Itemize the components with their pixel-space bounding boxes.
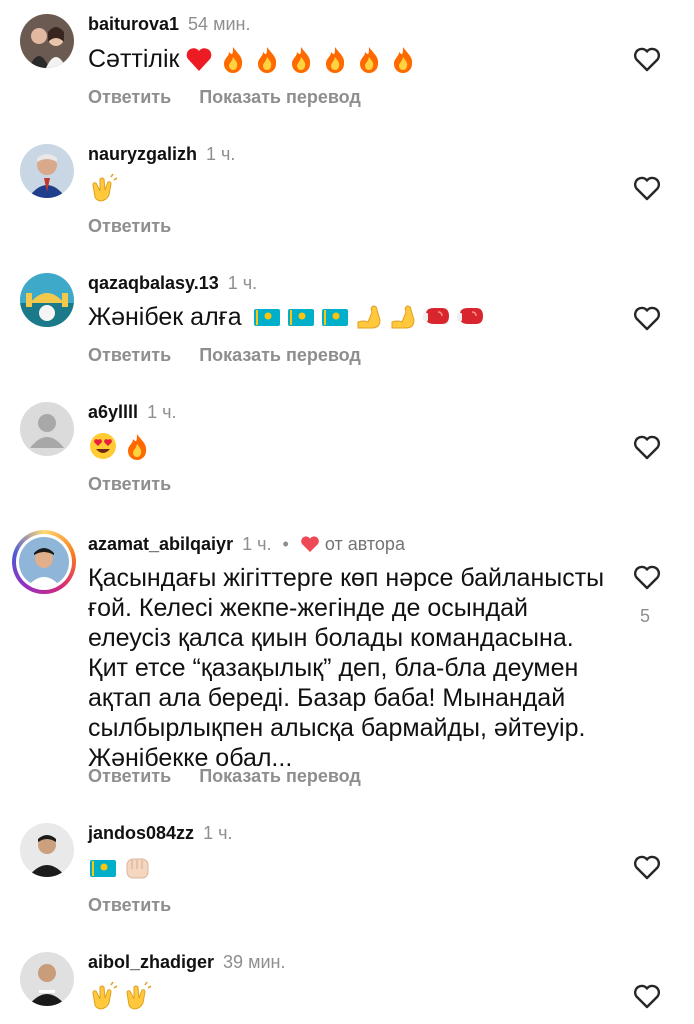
avatar[interactable] [20, 823, 74, 877]
comment-text: Қасындағы жігіттерге көп нәрсе байланыст… [88, 564, 605, 772]
fire-icon [325, 47, 344, 73]
fire-icon [223, 47, 242, 73]
comment-text [88, 431, 152, 461]
show-translation-button[interactable]: Показать перевод [199, 766, 361, 786]
comment-text: Жәнібек алға [88, 302, 486, 332]
comment-header: nauryzgalizh 1 ч. [88, 144, 235, 165]
heart-icon[interactable] [632, 174, 662, 202]
story-ring [16, 534, 72, 590]
kazakhstan-flag-icon [253, 309, 280, 326]
username[interactable]: а6уllll [88, 402, 138, 422]
comment-header: azamat_abilqaiyr 1 ч. • от автора [88, 534, 405, 555]
comment-text-label: Жәнібек алға [88, 302, 242, 331]
red-heart-icon [186, 48, 211, 71]
timestamp: 54 мин. [188, 14, 251, 34]
show-translation-button[interactable]: Показать перевод [199, 87, 361, 107]
boxing-glove-icon [422, 308, 449, 324]
comment-text [88, 173, 118, 203]
heart-icon[interactable] [632, 304, 662, 332]
username[interactable]: baiturova1 [88, 14, 179, 34]
fire-icon [257, 47, 276, 73]
heart-icon[interactable] [632, 563, 662, 591]
timestamp: 39 мин. [223, 952, 286, 972]
boxing-glove-icon [456, 308, 483, 324]
kazakhstan-flag-icon [287, 309, 314, 326]
timestamp: 1 ч. [242, 534, 272, 554]
timestamp: 1 ч. [227, 273, 258, 293]
comment-header: aibol_zhadiger 39 мин. [88, 952, 285, 973]
comment-actions: Ответить [88, 474, 171, 495]
avatar[interactable] [20, 14, 74, 68]
timestamp: 1 ч. [147, 402, 177, 422]
comment-header: jandos084zz 1 ч. [88, 823, 232, 844]
comment-actions: Ответить Показать перевод [88, 87, 361, 108]
like-count: 5 [640, 606, 651, 626]
comment-actions: Ответить Показать перевод [88, 345, 361, 366]
oncoming-fist-icon [126, 858, 149, 879]
reply-button[interactable]: Ответить [88, 216, 171, 236]
comment-text: Сәттілік [88, 44, 418, 74]
reply-button[interactable]: Ответить [88, 474, 171, 494]
comment-actions: Ответить [88, 216, 171, 237]
timestamp: 1 ч. [203, 823, 233, 843]
comment-text [88, 853, 152, 883]
avatar[interactable] [20, 273, 74, 327]
username[interactable]: nauryzgalizh [88, 144, 197, 164]
heart-icon[interactable] [632, 433, 662, 461]
separator-dot: • [282, 534, 289, 554]
flexed-biceps-icon [357, 305, 381, 329]
fire-icon [128, 434, 147, 460]
show-translation-button[interactable]: Показать перевод [199, 345, 361, 365]
username[interactable]: azamat_abilqaiyr [88, 534, 233, 554]
kazakhstan-flag-icon [90, 860, 116, 877]
reply-button[interactable]: Ответить [88, 895, 171, 915]
comment-header: baiturova1 54 мин. [88, 14, 250, 35]
comment-header: а6уllll 1 ч. [88, 402, 176, 423]
kazakhstan-flag-icon [321, 309, 348, 326]
comment-actions: Ответить Показать перевод [88, 766, 361, 787]
reply-button[interactable]: Ответить [88, 87, 171, 107]
liked-by-author-heart-icon [300, 536, 319, 552]
fire-icon [359, 47, 378, 73]
avatar[interactable] [12, 530, 76, 594]
comment-text-label: Сәттілік [88, 44, 180, 73]
comment-actions: Ответить [88, 895, 171, 916]
heart-icon[interactable] [632, 45, 662, 73]
comment-header: qazaqbalasy.13 1 ч. [88, 273, 257, 294]
avatar[interactable] [20, 952, 74, 1006]
avatar[interactable] [20, 144, 74, 198]
reply-button[interactable]: Ответить [88, 345, 171, 365]
heart-icon[interactable] [632, 982, 662, 1010]
clapping-hands-icon [92, 173, 118, 202]
comment-text [88, 981, 152, 1011]
clapping-hands-icon [126, 981, 152, 1010]
timestamp: 1 ч. [206, 144, 236, 164]
heart-eyes-icon [90, 433, 116, 459]
liked-by-author-label: от автора [324, 534, 405, 554]
username[interactable]: jandos084zz [88, 823, 194, 843]
clapping-hands-icon [92, 981, 118, 1010]
username[interactable]: aibol_zhadiger [88, 952, 214, 972]
username[interactable]: qazaqbalasy.13 [88, 273, 219, 293]
flexed-biceps-icon [391, 305, 415, 329]
fire-icon [393, 47, 412, 73]
heart-icon[interactable] [632, 853, 662, 881]
fire-icon [291, 47, 310, 73]
avatar[interactable] [20, 402, 74, 456]
reply-button[interactable]: Ответить [88, 766, 171, 786]
